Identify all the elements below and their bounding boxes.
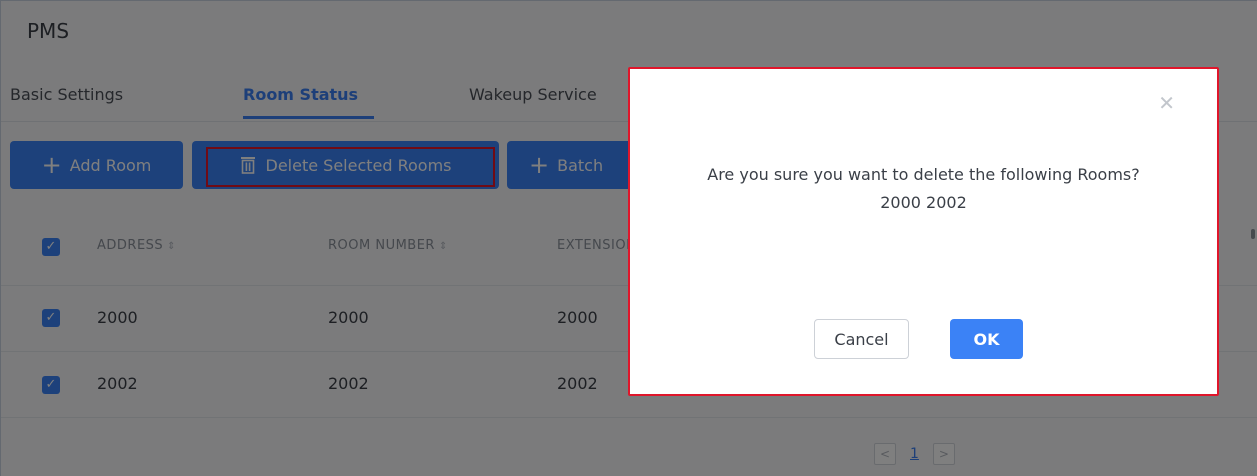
delete-confirm-dialog: ✕ Are you sure you want to delete the fo… [628,67,1219,396]
dialog-room-list: 2000 2002 [880,193,967,212]
cancel-button[interactable]: Cancel [814,319,909,359]
dialog-message: Are you sure you want to delete the foll… [707,165,1140,184]
close-icon[interactable]: ✕ [1158,91,1175,115]
ok-button[interactable]: OK [950,319,1023,359]
